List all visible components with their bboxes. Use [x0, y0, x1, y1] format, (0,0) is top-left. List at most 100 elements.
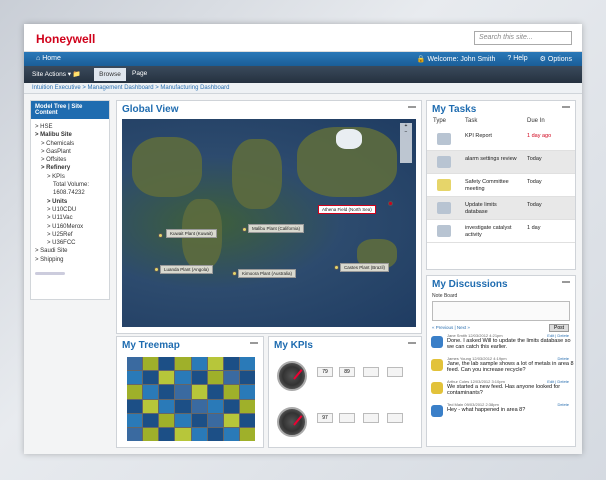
note-board-input[interactable] — [432, 301, 570, 321]
task-row[interactable]: KPI Report 1 day ago — [427, 128, 575, 151]
task-add-icon — [437, 156, 451, 168]
kpi-value — [387, 413, 403, 423]
task-add-icon — [437, 202, 451, 214]
folder-icon — [437, 179, 451, 191]
tree-item[interactable]: > Chemicals — [35, 140, 105, 148]
map-pin[interactable] — [388, 201, 393, 206]
tab-page[interactable]: Page — [132, 70, 147, 77]
help-link[interactable]: ? Help — [507, 55, 527, 63]
honeywell-logo: Honeywell — [36, 32, 96, 46]
task-due: Today — [527, 179, 542, 185]
panel-title: My Tasks — [432, 104, 477, 115]
map-label[interactable]: Kuwait Plant (Kuwait) — [166, 229, 217, 238]
message-actions[interactable]: Edit | Delete — [547, 333, 569, 338]
site-actions-label: Site Actions — [32, 71, 66, 78]
tree-item[interactable]: > GasPlant — [35, 148, 105, 156]
help-label: Help — [513, 55, 528, 62]
map-pin[interactable] — [232, 271, 237, 276]
message-item: Jane Smith 12/03/2012 4:21pm Edit | Delet… — [427, 333, 575, 356]
map-pin[interactable] — [242, 227, 247, 232]
treemap-grid[interactable] — [127, 357, 255, 441]
tree-item[interactable]: > U25Ref — [35, 231, 105, 239]
tree-item[interactable]: > U11Vac — [35, 214, 105, 222]
message-text: We started a new feed. Has anyone looked… — [447, 384, 561, 396]
sidebar-scrollbar[interactable] — [35, 272, 65, 276]
user-avatar-icon — [431, 336, 443, 348]
kpi-value: 97 — [317, 413, 333, 423]
map-label[interactable]: Luanda Plant (Angola) — [160, 265, 213, 274]
options-label: Options — [547, 56, 572, 63]
breadcrumb[interactable]: Intuition Executive > Management Dashboa… — [24, 83, 582, 94]
home-link[interactable]: ⌂ Home — [36, 55, 61, 62]
home-label: Home — [42, 55, 61, 62]
col-type[interactable]: Type — [433, 118, 446, 124]
tree-item[interactable]: > U160Merox — [35, 223, 105, 231]
tree-item[interactable]: > Units — [35, 198, 105, 206]
task-due: 1 day — [527, 225, 541, 231]
map-label[interactable]: Kimoora Plant (Australia) — [238, 269, 297, 278]
task-due: Today — [527, 156, 542, 162]
post-button[interactable]: Post — [548, 324, 569, 332]
message-item: Arthur Coles 12/03/2012 3:10pm Edit | Del… — [427, 379, 575, 402]
tree-item[interactable]: > Offsites — [35, 156, 105, 164]
panel-title: My Treemap — [122, 340, 180, 351]
map-label[interactable]: Castes Plant (Brazil) — [340, 263, 390, 272]
message-text: Jane, the lab sample shows a lot of meta… — [447, 361, 574, 373]
task-row[interactable]: alarm settings review Today — [427, 151, 575, 174]
map-pin[interactable] — [334, 265, 339, 270]
tree-item[interactable]: > Malibu Site — [35, 131, 105, 139]
col-due[interactable]: Due In — [527, 118, 545, 124]
kpi-value — [363, 413, 379, 423]
pager[interactable]: « Previous | Next » — [432, 325, 470, 330]
model-tree: > HSE > Malibu Site > Chemicals > GasPla… — [31, 119, 109, 268]
minimize-icon[interactable] — [562, 281, 570, 283]
tab-browse[interactable]: Browse — [94, 68, 126, 81]
minimize-icon[interactable] — [408, 342, 416, 344]
kpi-value: 79 — [317, 367, 333, 377]
options-link[interactable]: ⚙ Options — [540, 55, 572, 63]
zoom-control[interactable]: + − — [400, 123, 412, 163]
map-label[interactable]: Athena Field (North Sea) — [318, 205, 376, 214]
user-avatar-icon — [431, 359, 443, 371]
task-name: investigate catalyst activity — [465, 225, 512, 238]
map-pin[interactable] — [154, 267, 159, 272]
tree-item[interactable]: > HSE — [35, 123, 105, 131]
tree-item[interactable]: > Refinery — [35, 164, 105, 172]
model-tree-sidebar: Model Tree | Site Content > HSE > Malibu… — [30, 100, 110, 300]
tree-item[interactable]: > U36FCC — [35, 239, 105, 247]
tasks-list: KPI Report 1 day ago alarm settings revie… — [427, 128, 575, 243]
land-shape — [232, 139, 282, 209]
tree-item[interactable]: > KPIs — [35, 173, 105, 181]
tree-item[interactable]: > U10CDU — [35, 206, 105, 214]
message-actions[interactable]: Edit | Delete — [547, 379, 569, 384]
message-actions[interactable]: Delete — [557, 402, 569, 407]
task-row[interactable]: investigate catalyst activity 1 day — [427, 220, 575, 243]
tree-item[interactable]: > Saudi Site — [35, 247, 105, 255]
world-map[interactable]: + − Kuwait Plant (Kuwait) Malibu Plant (C… — [122, 119, 416, 327]
home-bar: ⌂ Home 🔒 Welcome: John Smith ? Help ⚙ Op… — [24, 52, 582, 66]
action-bar: Site Actions ▾ 📁 Browse Page — [24, 66, 582, 83]
tree-item[interactable]: > Shipping — [35, 256, 105, 264]
message-item: James Young 12/03/2012 4:19pm Delete Jane,… — [427, 356, 575, 379]
map-label[interactable]: Malibu Plant (California) — [248, 224, 305, 233]
site-actions-menu[interactable]: Site Actions ▾ 📁 — [32, 70, 81, 78]
col-task[interactable]: Task — [465, 118, 477, 124]
minimize-icon[interactable] — [408, 106, 416, 108]
message-actions[interactable]: Delete — [557, 356, 569, 361]
task-name: Update limits database — [465, 202, 497, 215]
minimize-icon[interactable] — [562, 106, 570, 108]
kpi-value — [363, 367, 379, 377]
task-row[interactable]: Update limits database Today — [427, 197, 575, 220]
global-view-panel: Global View + − Kuwait Plant (Kuwait) Mal… — [116, 100, 422, 334]
tasks-panel: My Tasks Type Task Due In KPI Report 1 da… — [426, 100, 576, 270]
task-row[interactable]: Safety Committee meeting Today — [427, 174, 575, 197]
kpi-value: 89 — [339, 367, 355, 377]
user-avatar-icon — [431, 405, 443, 417]
minimize-icon[interactable] — [250, 342, 258, 344]
messages-list: Jane Smith 12/03/2012 4:21pm Edit | Delet… — [427, 333, 575, 425]
sidebar-header[interactable]: Model Tree | Site Content — [31, 101, 109, 119]
map-pin[interactable] — [158, 233, 163, 238]
app-window: Honeywell Search this site... ⌂ Home 🔒 W… — [24, 24, 582, 454]
search-input[interactable]: Search this site... — [474, 31, 572, 45]
task-add-icon — [437, 225, 451, 237]
